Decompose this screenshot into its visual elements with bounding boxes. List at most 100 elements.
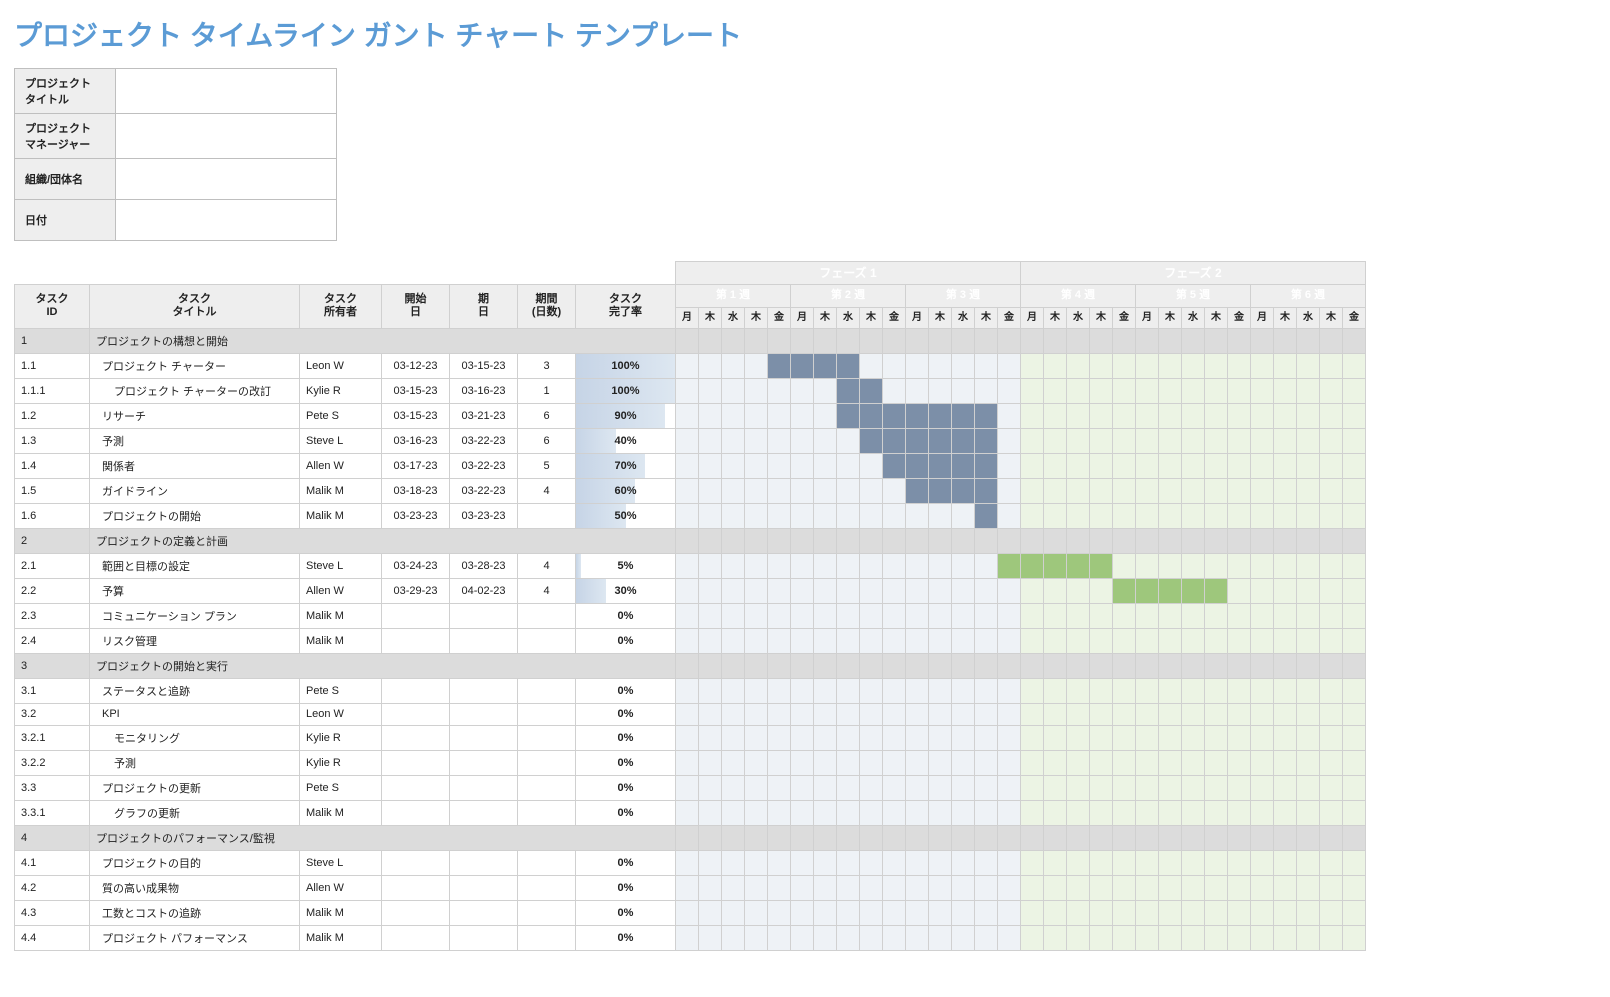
phase-header-2: フェーズ 2	[1021, 262, 1366, 285]
task-row: 1.4関係者Allen W03-17-2303-22-23570%	[15, 453, 1366, 478]
task-row: 4.1プロジェクトの目的Steve L0%	[15, 850, 1366, 875]
section-row: 2プロジェクトの定義と計画	[15, 528, 1366, 553]
pct-cell[interactable]: 5%	[576, 553, 676, 578]
task-row: 1.6プロジェクトの開始Malik M03-23-2303-23-2350%	[15, 503, 1366, 528]
task-row: 1.1プロジェクト チャーターLeon W03-12-2303-15-23310…	[15, 353, 1366, 378]
task-row: 4.4プロジェクト パフォーマンスMalik M0%	[15, 925, 1366, 950]
pct-cell[interactable]: 100%	[576, 378, 676, 403]
dow-cell: 木	[1044, 307, 1067, 328]
dow-cell: 木	[1274, 307, 1297, 328]
task-row: 3.3.1グラフの更新Malik M0%	[15, 800, 1366, 825]
pct-cell[interactable]: 0%	[576, 628, 676, 653]
col-header-duration: 期間(日数)	[518, 285, 576, 328]
pct-cell[interactable]: 60%	[576, 478, 676, 503]
pct-cell[interactable]: 0%	[576, 725, 676, 750]
dow-cell: 木	[1205, 307, 1228, 328]
dow-cell: 木	[745, 307, 768, 328]
phase-header-1: フェーズ 1	[676, 262, 1021, 285]
task-row: 3.3プロジェクトの更新Pete S0%	[15, 775, 1366, 800]
dow-cell: 木	[975, 307, 998, 328]
pct-cell[interactable]: 40%	[576, 428, 676, 453]
col-header-end: 期日	[450, 285, 518, 328]
pct-cell[interactable]: 0%	[576, 925, 676, 950]
dow-cell: 木	[1159, 307, 1182, 328]
task-row: 1.3予測Steve L03-16-2303-22-23640%	[15, 428, 1366, 453]
dow-cell: 水	[952, 307, 975, 328]
section-row: 1プロジェクトの構想と開始	[15, 328, 1366, 353]
section-row: 3プロジェクトの開始と実行	[15, 653, 1366, 678]
dow-cell: 木	[1090, 307, 1113, 328]
meta-label-project-title: プロジェクトタイトル	[15, 69, 116, 114]
dow-cell: 水	[1297, 307, 1320, 328]
dow-cell: 水	[1067, 307, 1090, 328]
task-row: 3.2KPILeon W0%	[15, 703, 1366, 725]
pct-cell[interactable]: 70%	[576, 453, 676, 478]
task-row: 4.2質の高い成果物Allen W0%	[15, 875, 1366, 900]
meta-label-project-manager: プロジェクトマネージャー	[15, 114, 116, 159]
week-header-5: 第 5 週	[1136, 285, 1251, 307]
task-row: 1.2リサーチPete S03-15-2303-21-23690%	[15, 403, 1366, 428]
dow-cell: 金	[883, 307, 906, 328]
pct-cell[interactable]: 0%	[576, 703, 676, 725]
section-row: 4プロジェクトのパフォーマンス/監視	[15, 825, 1366, 850]
meta-label-org: 組織/団体名	[15, 159, 116, 200]
dow-cell: 月	[1021, 307, 1044, 328]
col-header-start: 開始日	[382, 285, 450, 328]
col-header-owner: タスク所有者	[300, 285, 382, 328]
task-row: 1.5ガイドラインMalik M03-18-2303-22-23460%	[15, 478, 1366, 503]
dow-cell: 月	[906, 307, 929, 328]
dow-cell: 月	[676, 307, 699, 328]
meta-value-org[interactable]	[116, 159, 337, 200]
pct-cell[interactable]: 50%	[576, 503, 676, 528]
dow-cell: 金	[768, 307, 791, 328]
pct-cell[interactable]: 30%	[576, 578, 676, 603]
task-row: 1.1.1プロジェクト チャーターの改訂Kylie R03-15-2303-16…	[15, 378, 1366, 403]
dow-cell: 水	[837, 307, 860, 328]
meta-label-date: 日付	[15, 200, 116, 241]
col-header-title: タスクタイトル	[90, 285, 300, 328]
dow-cell: 金	[1113, 307, 1136, 328]
dow-cell: 月	[1251, 307, 1274, 328]
pct-cell[interactable]: 0%	[576, 603, 676, 628]
col-header-id: タスクID	[15, 285, 90, 328]
pct-cell[interactable]: 0%	[576, 850, 676, 875]
meta-value-project-title[interactable]	[116, 69, 337, 114]
col-header-pct: タスク完了率	[576, 285, 676, 328]
page-title: プロジェクト タイムライン ガント チャート テンプレート	[14, 14, 1596, 54]
task-row: 2.1範囲と目標の設定Steve L03-24-2303-28-2345%	[15, 553, 1366, 578]
dow-cell: 木	[860, 307, 883, 328]
dow-cell: 木	[929, 307, 952, 328]
pct-cell[interactable]: 0%	[576, 678, 676, 703]
task-row: 3.1ステータスと追跡Pete S0%	[15, 678, 1366, 703]
pct-cell[interactable]: 0%	[576, 800, 676, 825]
pct-cell[interactable]: 0%	[576, 875, 676, 900]
dow-cell: 水	[1182, 307, 1205, 328]
dow-cell: 金	[1228, 307, 1251, 328]
dow-cell: 水	[722, 307, 745, 328]
task-row: 2.2予算Allen W03-29-2304-02-23430%	[15, 578, 1366, 603]
pct-cell[interactable]: 100%	[576, 353, 676, 378]
pct-cell[interactable]: 0%	[576, 750, 676, 775]
week-header-1: 第 1 週	[676, 285, 791, 307]
task-row: 4.3工数とコストの追跡Malik M0%	[15, 900, 1366, 925]
meta-value-date[interactable]	[116, 200, 337, 241]
gantt-table: フェーズ 1フェーズ 2 タスクIDタスクタイトルタスク所有者開始日期日期間(日数…	[14, 261, 1366, 951]
dow-cell: 木	[699, 307, 722, 328]
meta-value-project-manager[interactable]	[116, 114, 337, 159]
dow-cell: 金	[998, 307, 1021, 328]
pct-cell[interactable]: 0%	[576, 775, 676, 800]
task-row: 2.4リスク管理Malik M0%	[15, 628, 1366, 653]
dow-cell: 金	[1343, 307, 1366, 328]
dow-cell: 月	[1136, 307, 1159, 328]
week-header-6: 第 6 週	[1251, 285, 1366, 307]
dow-cell: 木	[1320, 307, 1343, 328]
pct-cell[interactable]: 0%	[576, 900, 676, 925]
task-row: 2.3コミュニケーション プランMalik M0%	[15, 603, 1366, 628]
dow-cell: 木	[814, 307, 837, 328]
pct-cell[interactable]: 90%	[576, 403, 676, 428]
task-row: 3.2.1モニタリングKylie R0%	[15, 725, 1366, 750]
dow-cell: 月	[791, 307, 814, 328]
meta-table: プロジェクトタイトル プロジェクトマネージャー 組織/団体名 日付	[14, 68, 337, 241]
week-header-3: 第 3 週	[906, 285, 1021, 307]
week-header-4: 第 4 週	[1021, 285, 1136, 307]
